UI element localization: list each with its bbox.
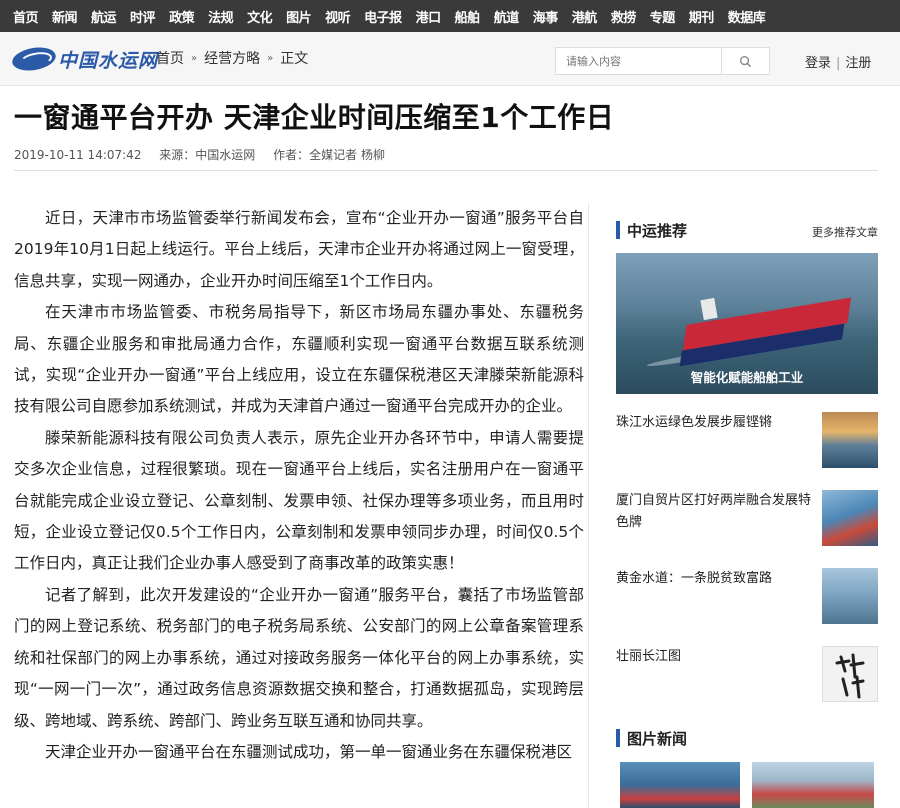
news-title[interactable]: 壮丽长江图 xyxy=(616,646,812,668)
news-title[interactable]: 珠江水运绿色发展步履铿锵 xyxy=(616,412,812,434)
nav-item-ship[interactable]: 船舶 xyxy=(448,7,487,26)
photo-news-thumbnail[interactable] xyxy=(752,762,874,808)
news-title[interactable]: 厦门自贸片区打好两岸融合发展特色牌 xyxy=(616,490,812,534)
nav-item-video[interactable]: 视听 xyxy=(318,7,357,26)
auth-links: 登录 | 注册 xyxy=(805,52,871,71)
sidebar-news-item[interactable]: 厦门自贸片区打好两岸融合发展特色牌 xyxy=(616,490,878,548)
article-paragraph: 近日，天津市市场监管委举行新闻发布会，宣布“企业开办一窗通”服务平台自2019年… xyxy=(14,209,584,290)
sidebar-news-item[interactable]: 珠江水运绿色发展步履铿锵 xyxy=(616,412,878,470)
site-header: 中国水运网 首页 » 经营方略 » 正文 登录 | 注册 xyxy=(0,32,900,86)
article-author: 作者：全媒记者 杨柳 xyxy=(273,148,385,162)
nav-item-shipping[interactable]: 航运 xyxy=(84,7,123,26)
top-nav: 首页 新闻 航运 时评 政策 法规 文化 图片 视听 电子报 港口 船舶 航道 … xyxy=(0,0,900,32)
column-divider xyxy=(588,203,589,808)
site-logo[interactable]: 中国水运网 xyxy=(10,44,157,74)
breadcrumb-section[interactable]: 经营方略 xyxy=(204,48,260,68)
nav-item-port[interactable]: 港口 xyxy=(409,7,448,26)
nav-item-database[interactable]: 数据库 xyxy=(721,7,773,26)
chevron-double-right-icon: » xyxy=(267,52,274,64)
more-recommend-link[interactable]: 更多推荐文章 xyxy=(812,224,878,240)
recommend-title: 中运推荐 xyxy=(627,222,688,240)
sidebar-news-item[interactable]: 黄金水道：一条脱贫致富路 xyxy=(616,568,878,626)
publish-date: 2019-10-11 14:07:42 xyxy=(14,148,142,162)
breadcrumb: 首页 » 经营方略 » 正文 xyxy=(156,48,308,68)
article-paragraph: 在天津市市场监管委、市税务局指导下，新区市场局东疆办事处、东疆税务局、东疆企业服… xyxy=(14,303,584,416)
article-paragraph: 记者了解到，此次开发建设的“企业开办一窗通”服务平台，囊括了市场监管部门的网上登… xyxy=(14,585,584,730)
logo-text: 中国水运网 xyxy=(58,50,159,72)
section-marker xyxy=(616,221,620,239)
article-meta: 2019-10-11 14:07:42 来源：中国水运网 作者：全媒记者 杨柳 xyxy=(14,146,399,163)
nav-item-salvage[interactable]: 救捞 xyxy=(604,7,643,26)
photo-news-thumbnail[interactable] xyxy=(620,762,740,808)
nav-item-journals[interactable]: 期刊 xyxy=(682,7,721,26)
recommend-header: 中运推荐 更多推荐文章 xyxy=(616,220,878,240)
search-button[interactable] xyxy=(721,47,770,75)
search-input[interactable] xyxy=(555,47,721,75)
login-link[interactable]: 登录 xyxy=(805,56,831,71)
nav-item-law[interactable]: 法规 xyxy=(201,7,240,26)
article-source: 来源：中国水运网 xyxy=(159,148,256,162)
breadcrumb-home[interactable]: 首页 xyxy=(156,48,184,68)
news-thumbnail[interactable] xyxy=(822,646,878,702)
search-icon xyxy=(739,55,752,67)
nav-item-epaper[interactable]: 电子报 xyxy=(357,7,409,26)
article-body: 近日，天津市市场监管委举行新闻发布会，宣布“企业开办一窗通”服务平台自2019年… xyxy=(14,203,584,768)
photo-news-header: 图片新闻 xyxy=(616,728,878,748)
news-thumbnail[interactable] xyxy=(822,568,878,624)
nav-item-pictures[interactable]: 图片 xyxy=(279,7,318,26)
chevron-double-right-icon: » xyxy=(191,52,198,64)
nav-item-culture[interactable]: 文化 xyxy=(240,7,279,26)
nav-item-news[interactable]: 新闻 xyxy=(45,7,84,26)
sidebar-news-item[interactable]: 壮丽长江图 xyxy=(616,646,878,704)
article-paragraph: 滕荣新能源科技有限公司负责人表示，原先企业开办各环节中，申请人需要提交多次企业信… xyxy=(14,428,584,573)
hero-ship-image[interactable]: 智能化赋能船舶工业 xyxy=(616,253,878,394)
news-thumbnail[interactable] xyxy=(822,412,878,468)
nav-item-waterway[interactable]: 航道 xyxy=(487,7,526,26)
news-thumbnail[interactable] xyxy=(822,490,878,546)
nav-item-commentary[interactable]: 时评 xyxy=(123,7,162,26)
title-divider xyxy=(14,170,878,171)
ship-bridge xyxy=(700,297,718,321)
search-box xyxy=(555,47,770,75)
nav-item-home[interactable]: 首页 xyxy=(6,7,45,26)
calligraphy-icon xyxy=(835,653,865,699)
nav-item-port-shipping[interactable]: 港航 xyxy=(565,7,604,26)
nav-item-policy[interactable]: 政策 xyxy=(162,7,201,26)
article-title: 一窗通平台开办 天津企业时间压缩至1个工作日 xyxy=(14,101,615,134)
logo-emblem-icon xyxy=(10,44,58,74)
news-title[interactable]: 黄金水道：一条脱贫致富路 xyxy=(616,568,812,590)
section-marker xyxy=(616,729,620,747)
register-link[interactable]: 注册 xyxy=(845,56,871,71)
hero-caption: 智能化赋能船舶工业 xyxy=(690,370,804,385)
photo-news-title: 图片新闻 xyxy=(627,730,688,748)
auth-separator: | xyxy=(836,56,841,71)
nav-item-topics[interactable]: 专题 xyxy=(643,7,682,26)
article-paragraph: 天津企业开办一窗通平台在东疆测试成功，第一单一窗通业务在东疆保税港区 xyxy=(45,742,573,761)
breadcrumb-current: 正文 xyxy=(280,51,309,67)
nav-item-maritime[interactable]: 海事 xyxy=(526,7,565,26)
